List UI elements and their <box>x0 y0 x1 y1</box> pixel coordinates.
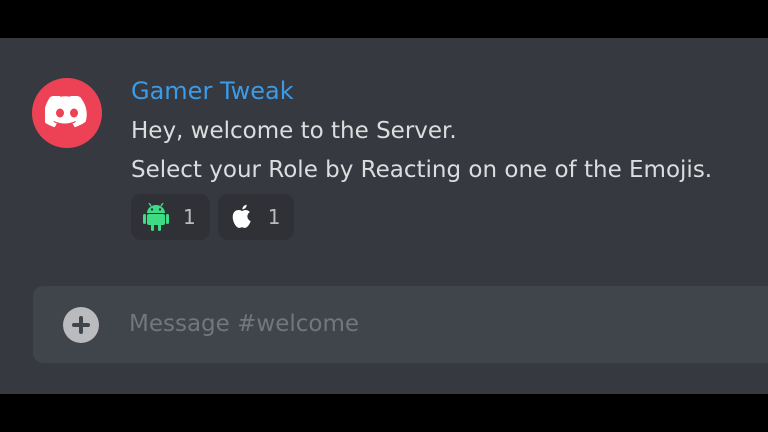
plus-circle-icon[interactable] <box>63 307 99 343</box>
message-text-line: Select your Role by Reacting on one of t… <box>131 157 713 183</box>
reaction-count: 1 <box>183 205 196 229</box>
message-composer <box>33 286 768 363</box>
reaction-apple[interactable]: 1 <box>217 194 295 240</box>
reaction-android[interactable]: 1 <box>131 194 210 240</box>
avatar[interactable] <box>32 78 102 148</box>
discord-logo-icon <box>45 96 87 128</box>
message-text-line: Hey, welcome to the Server. <box>131 118 457 144</box>
reaction-count: 1 <box>267 205 281 229</box>
reactions-bar: 1 1 <box>131 194 295 240</box>
android-icon <box>143 203 169 231</box>
message-author[interactable]: Gamer Tweak <box>131 76 294 106</box>
chat-panel: Gamer Tweak Hey, welcome to the Server. … <box>0 38 768 394</box>
apple-icon <box>232 204 251 228</box>
message-input[interactable] <box>129 304 729 344</box>
